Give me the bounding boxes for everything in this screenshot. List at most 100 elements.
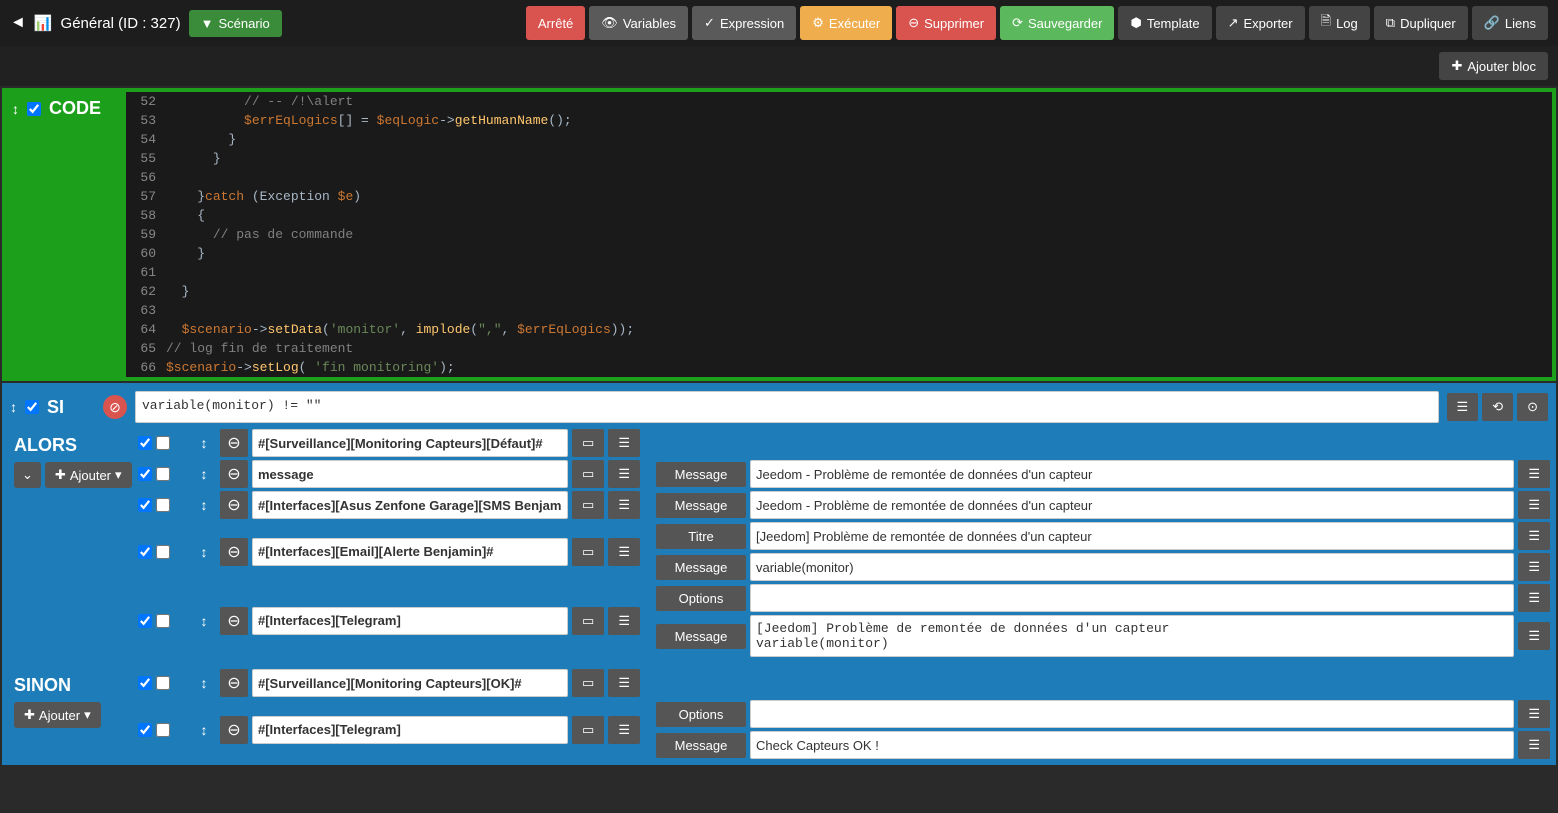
list-button[interactable]: ☰ [608,607,640,635]
caret-down-icon: ▾ [84,707,91,723]
action-parallel-checkbox[interactable] [156,723,170,737]
action-enabled-checkbox[interactable] [138,545,152,559]
scenario-button[interactable]: ▼ Scénario [189,10,282,37]
param-value-input[interactable] [750,584,1514,612]
not-button[interactable]: ⊘ [103,395,127,419]
remove-action-button[interactable]: ⊖ [220,607,248,635]
action-enabled-checkbox[interactable] [138,676,152,690]
filter-icon: ▼ [201,16,214,31]
remove-action-button[interactable]: ⊖ [220,429,248,457]
si-checkbox[interactable] [25,400,39,414]
action-enabled-checkbox[interactable] [138,498,152,512]
move-icon[interactable]: ↕ [10,399,17,415]
param-value-input[interactable] [750,460,1514,488]
list-button[interactable]: ☰ [608,669,640,697]
duplicate-button[interactable]: ⧉Dupliquer [1374,6,1468,40]
link-icon: 🔗 [1484,15,1500,31]
stop-button[interactable]: Arrêté [526,6,585,40]
action-parallel-checkbox[interactable] [156,498,170,512]
param-value-input[interactable] [750,700,1514,728]
remove-action-button[interactable]: ⊖ [220,491,248,519]
toggle-alors-button[interactable]: ⌄ [14,462,41,488]
list-button[interactable]: ☰ [608,460,640,488]
export-button[interactable]: ↗Exporter [1216,6,1305,40]
action-command-input[interactable] [252,491,568,519]
param-value-input[interactable] [750,731,1514,759]
param-value-input[interactable]: [Jeedom] Problème de remontée de données… [750,615,1514,657]
links-button[interactable]: 🔗Liens [1472,6,1548,40]
list-icon-button[interactable]: ☰ [1518,731,1550,759]
param-value-input[interactable] [750,553,1514,581]
move-icon[interactable]: ↕ [194,466,214,482]
select-button[interactable]: ▭ [572,607,604,635]
target-icon-button[interactable]: ⊙ [1517,393,1548,421]
list-button[interactable]: ☰ [608,538,640,566]
move-icon[interactable]: ↕ [12,101,19,117]
action-parallel-checkbox[interactable] [156,545,170,559]
add-block-button[interactable]: ✚Ajouter bloc [1439,52,1548,80]
action-command-input[interactable] [252,460,568,488]
code-checkbox[interactable] [27,102,41,116]
remove-action-button[interactable]: ⊖ [220,716,248,744]
list-icon-button[interactable]: ☰ [1518,584,1550,612]
select-button[interactable]: ▭ [572,429,604,457]
list-icon-button[interactable]: ☰ [1518,522,1550,550]
remove-action-button[interactable]: ⊖ [220,460,248,488]
action-enabled-checkbox[interactable] [138,467,152,481]
si-condition-input[interactable] [135,391,1439,423]
remove-action-button[interactable]: ⊖ [220,669,248,697]
move-icon[interactable]: ↕ [194,497,214,513]
template-button[interactable]: ⬢Template [1118,6,1211,40]
action-enabled-checkbox[interactable] [138,614,152,628]
move-icon[interactable]: ↕ [194,544,214,560]
list-icon-button[interactable]: ☰ [1447,393,1479,421]
save-button[interactable]: ⟳Sauvegarder [1000,6,1114,40]
list-button[interactable]: ☰ [608,491,640,519]
move-icon[interactable]: ↕ [194,675,214,691]
history-icon-button[interactable]: ⟲ [1482,393,1513,421]
list-icon-button[interactable]: ☰ [1518,491,1550,519]
cube-icon: ⬢ [1130,15,1141,31]
action-command-input[interactable] [252,429,568,457]
list-icon-button[interactable]: ☰ [1518,460,1550,488]
log-button[interactable]: 🗎Log [1309,6,1370,40]
action-command-input[interactable] [252,538,568,566]
action-command-input[interactable] [252,716,568,744]
code-editor[interactable]: 52 // -- /!\alert53 $errEqLogics[] = $eq… [126,92,1552,377]
select-button[interactable]: ▭ [572,538,604,566]
move-icon[interactable]: ↕ [194,435,214,451]
list-icon-button[interactable]: ☰ [1518,622,1550,650]
select-button[interactable]: ▭ [572,669,604,697]
move-icon[interactable]: ↕ [194,722,214,738]
gear-icon: ⚙ [812,15,824,31]
action-command-input[interactable] [252,607,568,635]
select-button[interactable]: ▭ [572,491,604,519]
list-button[interactable]: ☰ [608,716,640,744]
action-row: ↕ ⊖ ▭ ☰ Options ☰ Message ☰ [138,700,1550,759]
remove-action-button[interactable]: ⊖ [220,538,248,566]
list-icon-button[interactable]: ☰ [1518,700,1550,728]
back-icon[interactable]: ◄ [10,14,26,32]
delete-button[interactable]: ⊖Supprimer [896,6,996,40]
add-alors-button[interactable]: ✚Ajouter ▾ [45,462,132,488]
action-enabled-checkbox[interactable] [138,436,152,450]
action-command-input[interactable] [252,669,568,697]
param-value-input[interactable] [750,491,1514,519]
variables-button[interactable]: 👁Variables [589,6,688,40]
param-label: Message [656,624,746,649]
list-icon-button[interactable]: ☰ [1518,553,1550,581]
move-icon[interactable]: ↕ [194,613,214,629]
list-button[interactable]: ☰ [608,429,640,457]
add-sinon-button[interactable]: ✚Ajouter ▾ [14,702,101,728]
action-parallel-checkbox[interactable] [156,676,170,690]
select-button[interactable]: ▭ [572,716,604,744]
action-enabled-checkbox[interactable] [138,723,152,737]
action-parallel-checkbox[interactable] [156,436,170,450]
caret-down-icon: ▾ [115,467,122,483]
expression-button[interactable]: ✓Expression [692,6,796,40]
select-button[interactable]: ▭ [572,460,604,488]
execute-button[interactable]: ⚙Exécuter [800,6,892,40]
param-value-input[interactable] [750,522,1514,550]
action-parallel-checkbox[interactable] [156,467,170,481]
action-parallel-checkbox[interactable] [156,614,170,628]
